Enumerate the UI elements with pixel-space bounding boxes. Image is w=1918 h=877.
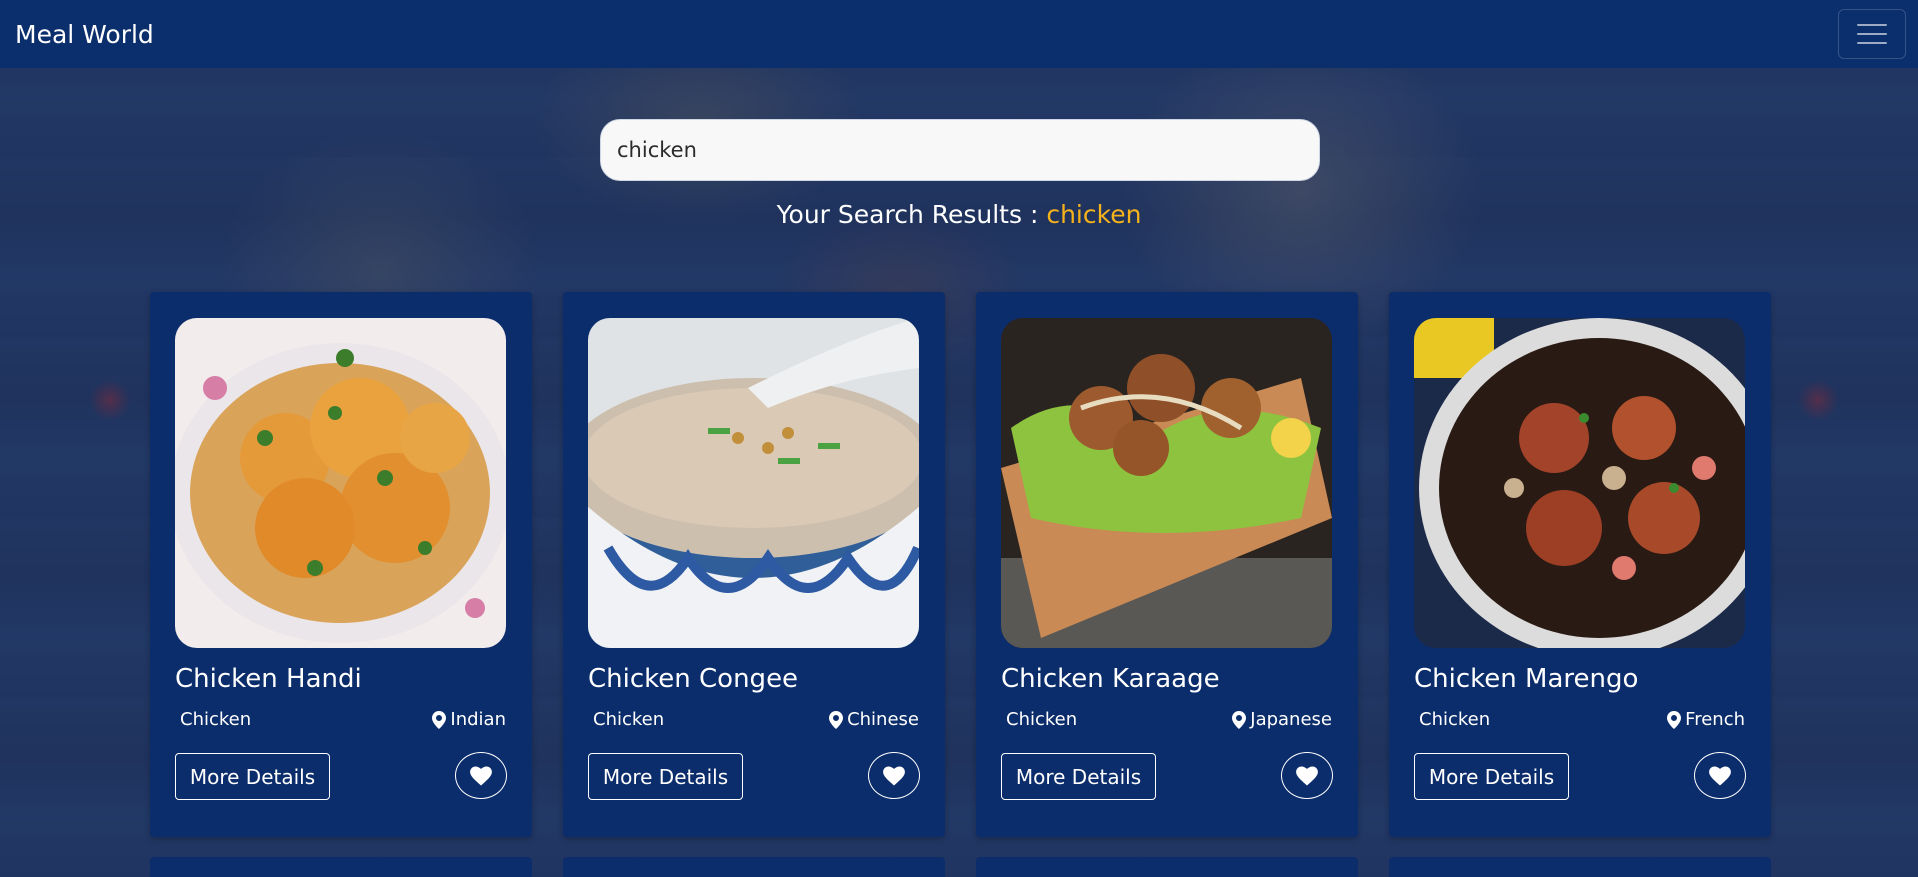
meal-category: Chicken [593, 709, 665, 730]
location-pin-icon [1232, 710, 1247, 729]
heart-icon [1709, 765, 1731, 786]
search-results-heading: Your Search Results : chicken [0, 200, 1918, 229]
favorite-button[interactable] [868, 752, 920, 799]
meal-title: Chicken Karaage [1001, 664, 1220, 694]
meal-category: Chicken [1006, 709, 1078, 730]
meal-image [1414, 318, 1745, 648]
favorite-button[interactable] [1281, 752, 1333, 799]
meal-card: Chicken Karaage Chicken Japanese More De… [976, 292, 1358, 837]
results-label: Your Search Results : [776, 200, 1039, 229]
more-details-button[interactable]: More Details [1001, 753, 1156, 800]
more-details-button[interactable]: More Details [175, 753, 330, 800]
location-pin-icon [829, 710, 844, 729]
meal-card-partial [976, 857, 1358, 877]
meal-image [588, 318, 919, 648]
meal-area: Indian [432, 709, 506, 730]
results-query: chicken [1046, 200, 1142, 229]
brand-logo[interactable]: Meal World [15, 20, 154, 49]
meal-area: Japanese [1232, 709, 1332, 730]
meal-category: Chicken [1419, 709, 1491, 730]
meal-title: Chicken Handi [175, 664, 362, 694]
meal-card: Chicken Congee Chicken Chinese More Deta… [563, 292, 945, 837]
meal-card: Chicken Handi Chicken Indian More Detail… [150, 292, 532, 837]
heart-icon [1296, 765, 1318, 786]
meal-title: Chicken Marengo [1414, 664, 1639, 694]
search-input[interactable] [600, 119, 1320, 181]
meal-area: French [1667, 709, 1745, 730]
meal-area-label: French [1685, 709, 1745, 730]
meal-area-label: Indian [450, 709, 506, 730]
hamburger-menu-icon [1857, 24, 1887, 26]
location-pin-icon [1667, 710, 1682, 729]
location-pin-icon [432, 710, 447, 729]
meal-card-partial [1389, 857, 1771, 877]
meal-area-label: Japanese [1250, 709, 1332, 730]
favorite-button[interactable] [1694, 752, 1746, 799]
heart-icon [470, 765, 492, 786]
meal-category: Chicken [180, 709, 252, 730]
meal-title: Chicken Congee [588, 664, 799, 694]
meal-image [175, 318, 506, 648]
meal-card-partial [563, 857, 945, 877]
meal-card-partial [150, 857, 532, 877]
navbar: Meal World [0, 0, 1918, 68]
meal-card: Chicken Marengo Chicken French More Deta… [1389, 292, 1771, 837]
favorite-button[interactable] [455, 752, 507, 799]
meal-area: Chinese [829, 709, 919, 730]
meal-image [1001, 318, 1332, 648]
more-details-button[interactable]: More Details [588, 753, 743, 800]
more-details-button[interactable]: More Details [1414, 753, 1569, 800]
heart-icon [883, 765, 905, 786]
menu-toggle-button[interactable] [1838, 9, 1906, 59]
meal-area-label: Chinese [847, 709, 919, 730]
